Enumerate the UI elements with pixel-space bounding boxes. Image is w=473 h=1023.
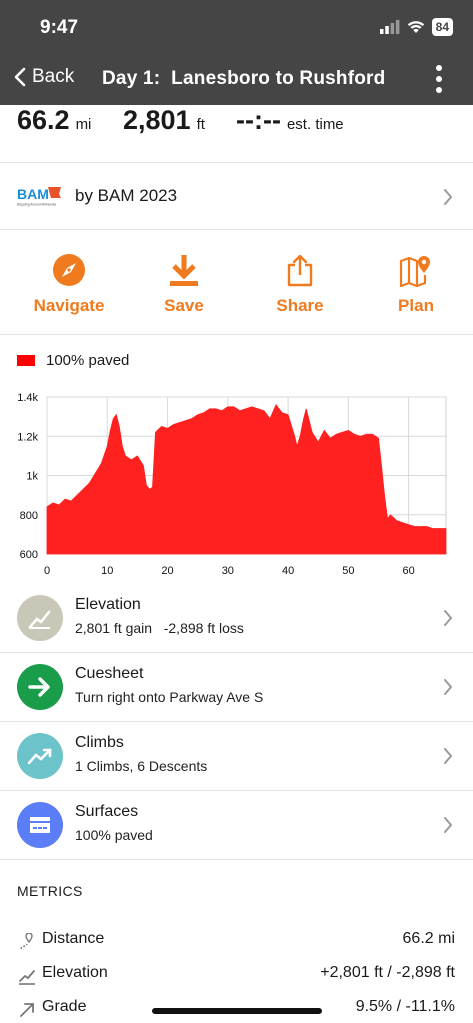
elevation-chart[interactable]: 0 10 20 30 40 50 60 600 800 1k 1.2k 1.4k: [0, 385, 473, 585]
y-tick-label: 1.2k: [17, 431, 38, 443]
elevation-row-title: Elevation: [75, 596, 141, 613]
trend-up-icon: [17, 733, 63, 779]
share-label: Share: [276, 296, 324, 315]
chevron-right-icon: [444, 610, 453, 626]
cuesheet-row-title: Cuesheet: [75, 665, 144, 682]
chevron-right-icon: [444, 189, 453, 205]
battery-indicator: 84: [431, 18, 453, 36]
download-icon: [170, 255, 198, 286]
navigate-label: Navigate: [33, 296, 105, 315]
elevation-icon: [17, 595, 63, 641]
y-tick-label: 1k: [26, 471, 38, 483]
owner-label: by BAM 2023: [75, 186, 178, 205]
status-time: 9:47: [40, 17, 79, 38]
metric-elevation: Elevation +2,801 ft / -2,898 ft: [0, 963, 473, 993]
x-tick-label: 50: [342, 565, 354, 577]
map-pin-icon: [399, 256, 430, 287]
stat-distance-value: 66.2: [17, 105, 70, 135]
plan-label: Plan: [398, 296, 434, 315]
metric-grade-value: 9.5% / -11.1%: [355, 998, 455, 1015]
y-tick-label: 800: [20, 510, 38, 522]
bam-logo: BAM Bicycling Around Minnesota: [17, 186, 61, 207]
metric-elevation-label: Elevation: [42, 964, 108, 981]
surfaces-row[interactable]: Surfaces 100% paved: [0, 791, 473, 860]
chevron-right-icon: [444, 817, 453, 833]
road-icon: [17, 802, 63, 848]
save-label: Save: [164, 296, 204, 315]
elevation-small-icon: [19, 970, 35, 985]
share-icon: [287, 254, 313, 287]
stat-elevation-unit: ft: [196, 116, 205, 133]
surfaces-row-subtitle: 100% paved: [75, 827, 153, 843]
page-title: Day 1: Lanesboro to Rushford: [102, 68, 386, 89]
climbs-row[interactable]: Climbs 1 Climbs, 6 Descents: [0, 722, 473, 791]
back-button[interactable]: Back: [14, 66, 74, 88]
metric-distance: Distance 66.2 mi: [0, 929, 473, 959]
save-button[interactable]: Save: [134, 252, 234, 316]
x-tick-label: 20: [161, 565, 173, 577]
chevron-right-icon: [444, 679, 453, 695]
legend-label: 100% paved: [46, 352, 130, 369]
stat-distance-unit: mi: [75, 116, 92, 133]
elevation-row-subtitle: 2,801 ft gain -2,898 ft loss: [75, 620, 244, 636]
metric-distance-value: 66.2 mi: [402, 930, 455, 947]
cuesheet-row-subtitle: Turn right onto Parkway Ave S: [75, 689, 264, 705]
distance-icon: [20, 933, 33, 950]
route-stats: 66.2 mi 2,801 ft --:-- est. time: [0, 105, 473, 163]
x-tick-label: 60: [403, 565, 415, 577]
metric-elevation-value: +2,801 ft / -2,898 ft: [320, 964, 455, 981]
grade-arrow-icon: [20, 1003, 34, 1017]
elevation-row[interactable]: Elevation 2,801 ft gain -2,898 ft loss: [0, 584, 473, 653]
chevron-right-icon: [444, 748, 453, 764]
svg-text:BAM: BAM: [17, 186, 49, 202]
metric-distance-label: Distance: [42, 930, 105, 947]
share-button[interactable]: Share: [250, 252, 350, 316]
metric-grade-label: Grade: [42, 998, 87, 1015]
x-tick-label: 40: [282, 565, 294, 577]
x-tick-label: 30: [222, 565, 234, 577]
wifi-icon: [407, 21, 424, 33]
y-tick-label: 1.4k: [17, 392, 38, 404]
chevron-left-icon: [14, 67, 26, 87]
stat-elevation-value: 2,801: [123, 105, 191, 135]
metrics-heading: METRICS: [17, 883, 83, 899]
plan-button[interactable]: Plan: [366, 252, 466, 316]
cellular-signal-icon: [379, 20, 400, 34]
surfaces-row-title: Surfaces: [75, 803, 139, 820]
action-bar: Navigate Save Share Plan: [0, 230, 473, 335]
more-vertical-icon[interactable]: [431, 64, 447, 94]
stat-time: --:-- est. time: [236, 105, 344, 136]
stat-distance: 66.2 mi: [17, 105, 91, 136]
status-icons: 84: [379, 18, 453, 36]
y-tick-label: 600: [20, 549, 38, 561]
navigate-button[interactable]: Navigate: [19, 252, 119, 316]
owner-row[interactable]: BAM Bicycling Around Minnesota by BAM 20…: [0, 163, 473, 230]
arrow-right-icon: [17, 664, 63, 710]
stat-elevation: 2,801 ft: [123, 105, 205, 136]
top-bar: 9:47 84 Back Day 1: Lanesboro to Rushfor…: [0, 0, 473, 105]
climbs-row-title: Climbs: [75, 734, 124, 751]
x-tick-label: 10: [101, 565, 113, 577]
back-label: Back: [32, 66, 75, 87]
climbs-row-subtitle: 1 Climbs, 6 Descents: [75, 758, 208, 774]
compass-icon: [53, 254, 85, 286]
cuesheet-row[interactable]: Cuesheet Turn right onto Parkway Ave S: [0, 653, 473, 722]
x-tick-label: 0: [44, 565, 50, 577]
stat-time-value: --:--: [236, 105, 281, 135]
stat-time-unit: est. time: [286, 116, 344, 133]
svg-text:Bicycling Around Minnesota: Bicycling Around Minnesota: [17, 203, 56, 207]
legend-swatch: [17, 355, 35, 366]
surface-legend: 100% paved: [17, 352, 129, 369]
home-indicator: [152, 1008, 322, 1014]
